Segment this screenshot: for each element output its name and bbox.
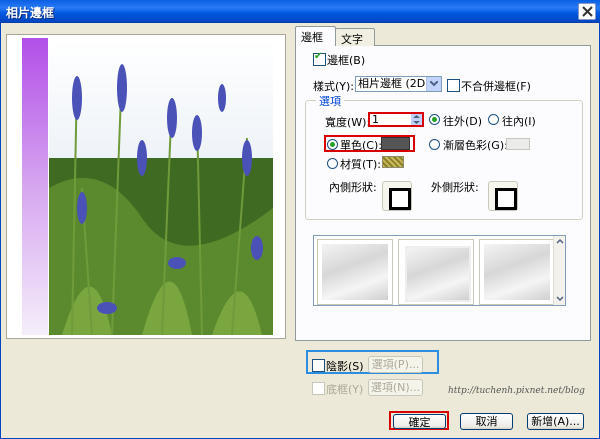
base-frame-label: 底框(Y) — [326, 383, 364, 396]
ok-button[interactable]: 確定 — [393, 414, 446, 429]
title-bar[interactable]: 相片邊框 — [0, 0, 600, 23]
single-color-label: 單色(C): — [340, 139, 382, 152]
inner-shape-button[interactable] — [382, 181, 412, 211]
add-button[interactable]: 新增(A)... — [527, 413, 584, 430]
cancel-button[interactable]: 取消 — [460, 413, 513, 430]
tab-label: 文字 — [341, 33, 363, 46]
width-spinner[interactable]: 1 — [368, 112, 424, 127]
spin-buttons[interactable] — [411, 114, 422, 125]
outer-shape-button[interactable] — [488, 181, 518, 211]
dropdown-arrow[interactable] — [426, 77, 441, 91]
inner-shape-label: 內側形狀: — [329, 181, 377, 194]
tab-text[interactable]: 文字 — [335, 28, 375, 46]
texture-swatch[interactable] — [382, 156, 404, 168]
frame-thumbnail[interactable] — [317, 239, 393, 305]
outside-label: 往外(D) — [443, 115, 483, 128]
close-icon — [582, 6, 593, 17]
shadow-options-button[interactable]: 選項(P)... — [368, 356, 423, 373]
style-value: 相片邊框 (2D) — [358, 77, 430, 90]
border-checkbox-label: 邊框(B) — [327, 54, 366, 67]
single-color-swatch[interactable] — [381, 137, 410, 150]
preview-photo — [22, 38, 273, 335]
base-frame-options-button[interactable]: 選項(N)... — [368, 379, 423, 396]
square-shape-icon — [495, 188, 517, 210]
style-dropdown[interactable]: 相片邊框 (2D) — [355, 76, 442, 92]
texture-radio[interactable] — [327, 158, 338, 169]
options-title: 選項 — [316, 93, 344, 109]
shadow-label: 陰影(S) — [326, 360, 364, 373]
frame-thumbnail[interactable] — [398, 239, 474, 305]
gradient-label: 漸層色彩(G): — [443, 139, 508, 152]
chevron-down-icon — [430, 81, 438, 87]
base-frame-checkbox[interactable] — [312, 382, 325, 395]
watermark-text: http://tuchenh.pixnet.net/blog — [448, 386, 585, 396]
close-button[interactable] — [578, 3, 596, 20]
single-color-radio[interactable] — [327, 139, 338, 150]
no-merge-checkbox[interactable] — [447, 79, 460, 92]
scroll-arrows-icon — [556, 238, 564, 302]
tab-label: 邊框 — [301, 31, 323, 44]
gradient-radio[interactable] — [429, 139, 440, 150]
outer-shape-label: 外側形狀: — [431, 181, 479, 194]
border-checkbox[interactable] — [313, 51, 326, 66]
frame-style-gallery — [313, 235, 566, 306]
outside-radio[interactable] — [429, 114, 440, 125]
square-shape-icon — [389, 188, 411, 210]
width-value: 1 — [372, 113, 379, 126]
shadow-checkbox[interactable] — [312, 359, 325, 372]
frame-thumbnail[interactable] — [479, 239, 555, 305]
gradient-swatch[interactable] — [506, 138, 530, 150]
spin-arrows-icon — [413, 115, 420, 124]
texture-label: 材質(T): — [340, 158, 382, 171]
window-title: 相片邊框 — [6, 6, 55, 20]
inside-radio[interactable] — [488, 114, 499, 125]
style-label: 樣式(Y): — [313, 80, 355, 93]
width-label: 寬度(W): — [325, 116, 371, 129]
gallery-scrollbar[interactable] — [553, 236, 565, 305]
no-merge-label: 不合併邊框(F) — [461, 80, 531, 93]
inside-label: 往內(I) — [502, 115, 536, 128]
tab-border[interactable]: 邊框 — [295, 26, 336, 46]
